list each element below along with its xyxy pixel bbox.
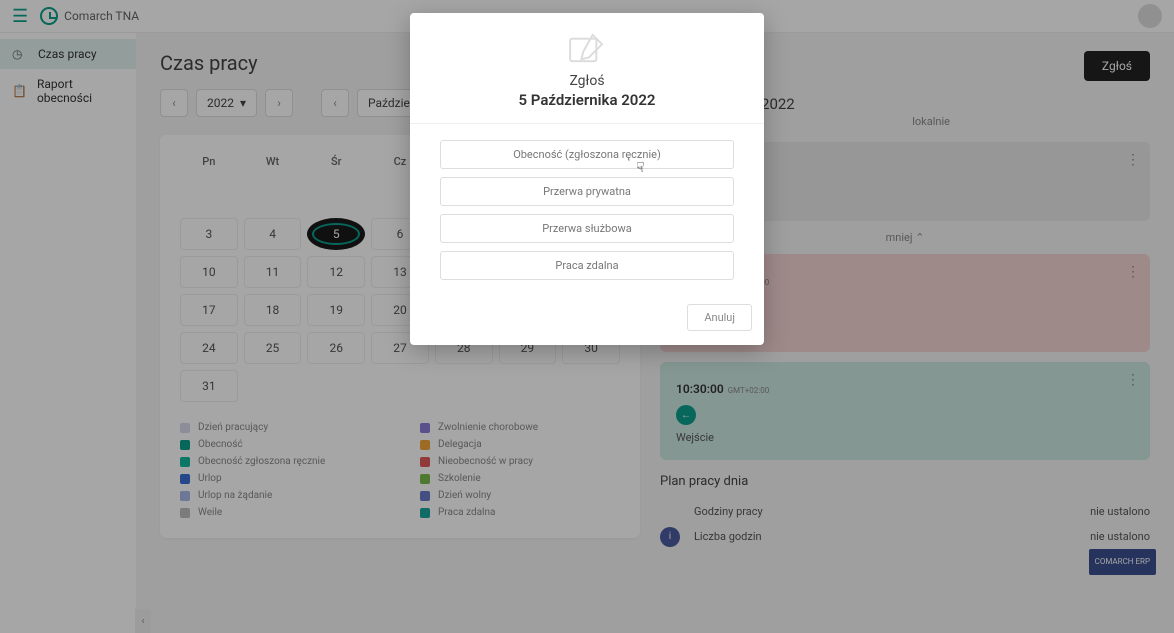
modal: Zgłoś 5 Października 2022 Obecność (zgło… xyxy=(410,13,764,345)
modal-overlay[interactable]: Zgłoś 5 Października 2022 Obecność (zgło… xyxy=(0,0,1174,633)
cancel-button[interactable]: Anuluj xyxy=(687,304,752,331)
modal-option-button[interactable]: Obecność (zgłoszona ręcznie) xyxy=(440,140,734,169)
modal-title: Zgłoś xyxy=(430,73,744,89)
modal-option-button[interactable]: Przerwa służbowa xyxy=(440,214,734,243)
modal-option-button[interactable]: Praca zdalna xyxy=(440,251,734,280)
edit-icon xyxy=(568,33,606,63)
modal-option-button[interactable]: Przerwa prywatna xyxy=(440,177,734,206)
modal-date: 5 Października 2022 xyxy=(430,91,744,109)
